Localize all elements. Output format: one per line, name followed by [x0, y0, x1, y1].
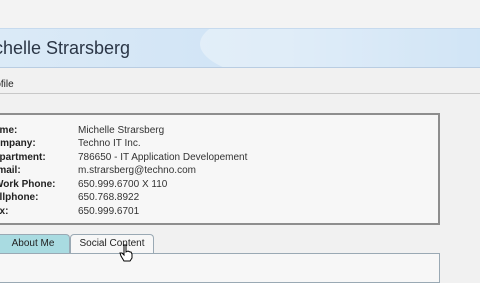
detail-label: epartment: — [0, 152, 46, 163]
detail-value: 650.999.6701 — [78, 206, 140, 217]
contact-details-panel: ame: Michelle Strarsberg ompany: Techno … — [0, 113, 440, 225]
section-label: rofile — [0, 79, 14, 90]
detail-label: ellphone: — [0, 192, 39, 203]
detail-value: m.strarsberg@techno.com — [78, 165, 196, 176]
detail-value: Michelle Strarsberg — [78, 125, 165, 136]
detail-label: ompany: — [0, 138, 36, 149]
detail-label: ame: — [0, 125, 18, 136]
tab-content-panel — [0, 253, 440, 283]
tab-about-me[interactable]: About Me — [0, 234, 70, 254]
header-decoration — [200, 29, 480, 67]
hand-cursor-icon — [119, 244, 133, 262]
detail-label: Work Phone: — [0, 179, 56, 190]
profile-header: ichelle Strarsberg — [0, 28, 480, 68]
detail-label: -mail: — [0, 165, 21, 176]
detail-label: ax: — [0, 206, 9, 217]
detail-value: 650.999.6700 X 110 — [78, 179, 168, 190]
detail-value: 650.768.8922 — [78, 192, 140, 203]
window-top-area — [0, 0, 480, 28]
divider — [0, 93, 480, 94]
profile-name-title: ichelle Strarsberg — [0, 38, 131, 58]
detail-value: Techno IT Inc. — [78, 138, 141, 149]
tab-social-content[interactable]: Social Content — [70, 234, 154, 254]
detail-value: 786650 - IT Application Developement — [78, 152, 248, 163]
